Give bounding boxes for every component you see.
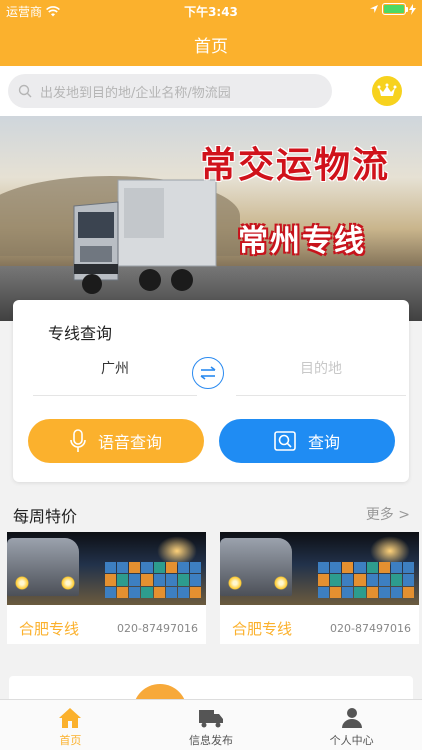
promo-banner[interactable]: 常交运物流 常州专线	[0, 116, 422, 321]
search-input[interactable]: 出发地到目的地/企业名称/物流园	[8, 74, 332, 108]
weekly-title: 每周特价	[13, 507, 78, 526]
tab-publish[interactable]: 信息发布	[141, 700, 282, 750]
search-area: 出发地到目的地/企业名称/物流园	[0, 66, 422, 116]
query-label: 查询	[307, 433, 340, 452]
deal-image	[7, 532, 206, 605]
tab-publish-label: 信息发布	[189, 734, 233, 747]
query-button[interactable]: 查询	[219, 419, 395, 463]
route-query-card: 专线查询 广州 目的地 语音查询 查询	[13, 300, 409, 482]
deal-phone: 020-87497016	[117, 622, 198, 635]
origin-field[interactable]: 广州	[33, 354, 197, 396]
tab-profile[interactable]: 个人中心	[281, 700, 422, 750]
weekly-section-header: 每周特价 更多 >	[0, 497, 422, 529]
deal-route: 合肥专线	[19, 620, 80, 638]
truck-image	[73, 179, 217, 294]
destination-field[interactable]: 目的地	[236, 354, 406, 396]
tab-bar: 首页 信息发布 个人中心	[0, 699, 422, 750]
battery-icon	[382, 3, 408, 15]
truck-icon	[199, 710, 223, 728]
status-bar: 运营商 下午3:43	[0, 0, 422, 22]
vip-button[interactable]	[372, 76, 402, 106]
deal-route: 合肥专线	[232, 620, 293, 638]
banner-headline: 常交运物流	[200, 144, 391, 186]
person-icon	[341, 708, 362, 728]
search-icon	[18, 84, 32, 98]
status-right	[369, 3, 416, 15]
header: 运营商 下午3:43 首页	[0, 0, 422, 66]
deal-image	[220, 532, 419, 605]
deal-card[interactable]: 合肥专线 020-87497016	[7, 532, 206, 644]
swap-icon	[200, 366, 216, 380]
banner-subline: 常州专线	[238, 224, 366, 259]
status-time: 下午3:43	[184, 5, 238, 19]
home-icon	[59, 708, 82, 728]
microphone-icon	[70, 429, 86, 452]
page-title: 首页	[194, 37, 228, 57]
more-link[interactable]: 更多 >	[366, 504, 410, 524]
tab-home[interactable]: 首页	[0, 700, 141, 750]
search-icon	[274, 431, 296, 451]
crown-icon	[377, 83, 397, 96]
swap-button[interactable]	[192, 357, 224, 389]
app-root: 运营商 下午3:43 首页 出发地到目的地/企业名称/物流园 常交运物流 常州专…	[0, 0, 422, 750]
voice-query-label: 语音查询	[97, 433, 162, 452]
deal-card[interactable]: 合肥专线 020-87497016	[220, 532, 419, 644]
search-placeholder: 出发地到目的地/企业名称/物流园	[40, 85, 231, 101]
voice-query-button[interactable]: 语音查询	[28, 419, 204, 463]
tab-profile-label: 个人中心	[329, 734, 374, 747]
charging-icon	[409, 3, 416, 15]
query-title: 专线查询	[48, 324, 113, 343]
deal-phone: 020-87497016	[330, 622, 411, 635]
tab-home-label: 首页	[59, 734, 82, 747]
location-icon	[370, 5, 378, 13]
